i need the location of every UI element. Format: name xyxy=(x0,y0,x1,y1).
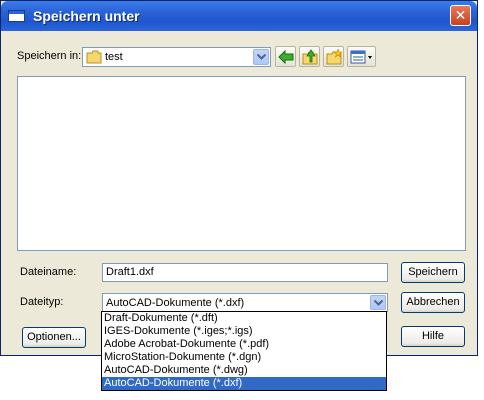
save-in-dropdown-arrow[interactable] xyxy=(253,49,269,65)
save-as-dialog: Speichern unter ✕ Speichern in: test Dat… xyxy=(0,0,478,356)
file-list[interactable] xyxy=(17,76,466,251)
filetype-dropdown-arrow[interactable] xyxy=(370,295,386,310)
filetype-option[interactable]: Draft-Dokumente (*.dft) xyxy=(102,312,386,325)
filetype-option[interactable]: Adobe Acrobat-Dokumente (*.pdf) xyxy=(102,338,386,351)
new-folder-icon xyxy=(326,49,342,65)
save-button[interactable]: Speichern xyxy=(401,262,465,283)
up-folder-button[interactable] xyxy=(299,46,320,67)
green-arrow-left-icon xyxy=(278,49,294,65)
filetype-dropdown-list[interactable]: Draft-Dokumente (*.dft) IGES-Dokumente (… xyxy=(101,311,387,391)
folder-up-icon xyxy=(302,49,318,65)
view-menu-button[interactable] xyxy=(347,46,376,67)
filetype-option-selected[interactable]: AutoCAD-Dokumente (*.dxf) xyxy=(102,377,386,390)
save-in-combo[interactable]: test xyxy=(82,47,271,67)
view-list-icon xyxy=(350,50,372,64)
filetype-option[interactable]: AutoCAD-Dokumente (*.dwg) xyxy=(102,364,386,377)
filetype-label: Dateityp: xyxy=(20,296,64,308)
help-button[interactable]: Hilfe xyxy=(401,326,465,347)
filetype-option[interactable]: MicroStation-Dokumente (*.dgn) xyxy=(102,351,386,364)
window-icon xyxy=(8,10,25,22)
filetype-combo[interactable]: AutoCAD-Dokumente (*.dxf) xyxy=(102,293,388,312)
save-in-label: Speichern in: xyxy=(17,50,82,62)
chevron-down-icon xyxy=(374,300,383,306)
filename-input[interactable]: Draft1.dxf xyxy=(102,263,388,282)
folder-icon xyxy=(86,50,102,64)
close-button[interactable]: ✕ xyxy=(450,5,471,26)
close-icon: ✕ xyxy=(454,7,467,23)
new-folder-button[interactable] xyxy=(323,46,344,67)
title-bar[interactable]: Speichern unter ✕ xyxy=(1,1,477,31)
save-in-value: test xyxy=(105,51,123,63)
filetype-option[interactable]: IGES-Dokumente (*.iges;*.igs) xyxy=(102,325,386,338)
filename-label: Dateiname: xyxy=(20,266,77,278)
filetype-value: AutoCAD-Dokumente (*.dxf) xyxy=(106,297,245,309)
cancel-button[interactable]: Abbrechen xyxy=(401,292,465,313)
options-button[interactable]: Optionen... xyxy=(22,327,86,348)
chevron-down-icon xyxy=(257,54,266,60)
back-button[interactable] xyxy=(275,46,296,67)
window-title: Speichern unter xyxy=(33,8,140,24)
